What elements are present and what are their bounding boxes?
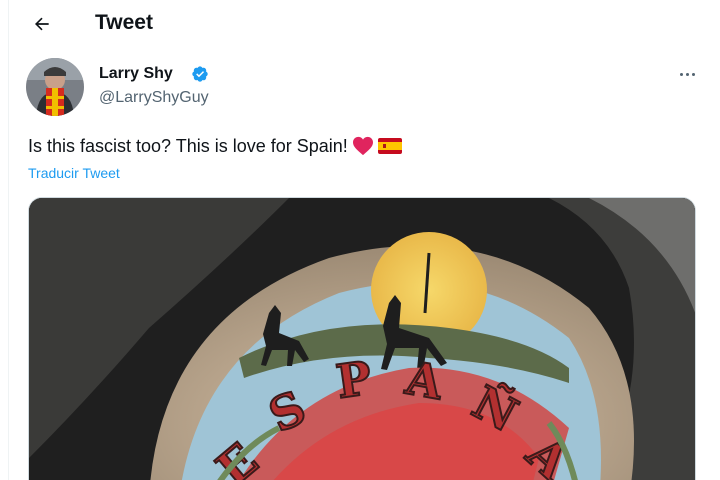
tweet-body: Is this fascist too? This is love for Sp…	[28, 136, 348, 156]
red-heart-icon	[352, 136, 373, 156]
avatar[interactable]	[26, 58, 84, 116]
verified-badge-icon	[192, 66, 208, 82]
spain-flag-icon	[377, 138, 402, 154]
more-options-button[interactable]	[673, 62, 701, 86]
tweet-header: Tweet	[9, 0, 720, 48]
tweet-detail-column: Tweet Larry Shy @LarryShyGuy Is this fas…	[8, 0, 720, 480]
tweet-text: Is this fascist too? This is love for Sp…	[28, 134, 402, 158]
translate-link[interactable]: Traducir Tweet	[28, 164, 120, 182]
page-title: Tweet	[95, 11, 153, 34]
more-horizontal-icon	[679, 72, 683, 76]
author-name[interactable]: Larry Shy	[99, 64, 173, 84]
arrow-left-icon	[35, 17, 49, 31]
back-button[interactable]	[25, 7, 59, 41]
author-handle[interactable]: @LarryShyGuy	[99, 88, 209, 108]
tweet-media-image[interactable]: E S P A Ñ A	[28, 197, 696, 480]
